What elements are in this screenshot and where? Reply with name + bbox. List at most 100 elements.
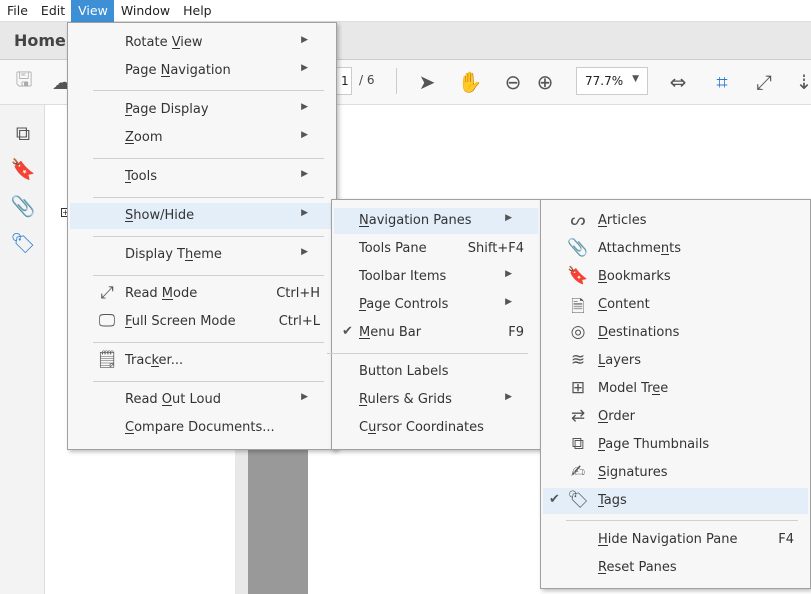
menu-item-page-navigation[interactable]: Page Navigation ▶ (70, 58, 334, 84)
menu-item-rotate-view[interactable]: Rotate View ▶ (70, 30, 334, 56)
menu-item-label: Button Labels (359, 364, 449, 379)
menu-item-bookmarks[interactable]: 🔖 Bookmarks (543, 264, 808, 290)
fit-width-icon[interactable]: ⇔ (666, 68, 690, 96)
menu-item-order[interactable]: ⇄ Order (543, 404, 808, 430)
menu-item-page-display[interactable]: Page Display ▶ (70, 97, 334, 123)
order-icon: ⇄ (570, 406, 586, 426)
menu-separator (93, 275, 324, 276)
mnemonic-underline (184, 260, 194, 261)
zoom-out-icon[interactable]: ⊖ (501, 68, 525, 96)
menu-item-compare-documents[interactable]: Compare Documents... (70, 415, 334, 441)
zoom-select[interactable]: 77.7% ▼ (576, 67, 648, 95)
mnemonic-underline (598, 478, 607, 479)
menu-item-tools-pane[interactable]: Tools Pane Shift+F4 (334, 236, 538, 262)
menu-item-tracker[interactable]: 🗒 Tracker... (70, 348, 334, 374)
mnemonic-underline (359, 338, 371, 339)
mnemonic-underline (359, 226, 369, 227)
menu-item-zoom[interactable]: Zoom ▶ (70, 125, 334, 151)
left-rail: ⧉ 🔖 📎 🏷 (0, 105, 45, 594)
menu-item-page-controls[interactable]: Page Controls ▶ (334, 292, 538, 318)
menu-item-hide-navigation-pane[interactable]: Hide Navigation Pane F4 (543, 527, 808, 553)
menu-item-attachments[interactable]: 📎 Attachments (543, 236, 808, 262)
mnemonic-underline (598, 545, 608, 546)
menu-item-navigation-panes[interactable]: Navigation Panes ▶ (334, 208, 538, 234)
menu-item-articles[interactable]: ᔕ Articles (543, 208, 808, 234)
menu-item-rulers-grids[interactable]: Rulers & Grids ▶ (334, 387, 538, 413)
bookmark-icon[interactable]: 🔖 (10, 157, 36, 183)
mnemonic-underline (125, 115, 133, 116)
menu-item-label: Page Thumbnails (598, 437, 710, 452)
menu-item-full-screen-mode[interactable]: 🖵 Full Screen Mode Ctrl+L (70, 309, 334, 335)
menu-edit[interactable]: Edit (34, 0, 71, 22)
submenu-arrow-icon: ▶ (301, 63, 308, 73)
menu-item-destinations[interactable]: ◎ Destinations (543, 320, 808, 346)
menu-item-tags[interactable]: 🏷 ✔ Tags (543, 488, 808, 514)
menu-item-content[interactable]: 🗎 Content (543, 292, 808, 318)
menu-item-cursor-coordinates[interactable]: Cursor Coordinates (334, 415, 538, 441)
menu-item-tools[interactable]: Tools ▶ (70, 164, 334, 190)
menu-help[interactable]: Help (176, 0, 218, 22)
scroll-mode-icon[interactable]: ⇣ (794, 68, 811, 96)
menu-item-label: Read Out Loud (125, 392, 221, 407)
full-screen-icon[interactable]: ⤢ (752, 68, 776, 96)
zoom-in-icon[interactable]: ⊕ (533, 68, 557, 96)
menu-item-label: Hide Navigation Pane (598, 532, 738, 547)
select-tool-icon[interactable]: ➤ (415, 68, 439, 96)
menu-item-page-thumbnails[interactable]: ⧉ Page Thumbnails (543, 432, 808, 458)
menu-item-label: Cursor Coordinates (359, 420, 484, 435)
signatures-icon: ✍ (570, 462, 586, 482)
hand-tool-icon[interactable]: ✋ (457, 68, 483, 96)
menu-separator (93, 381, 324, 382)
mnemonic-underline (652, 394, 661, 395)
tags-icon[interactable]: 🏷 (10, 231, 36, 257)
menu-item-label: Page Navigation (125, 63, 231, 78)
submenu-arrow-icon: ▶ (505, 392, 512, 402)
menu-item-label: Bookmarks (598, 269, 671, 284)
menu-item-model-tree[interactable]: ⊞ Model Tree (543, 376, 808, 402)
menu-item-show-hide[interactable]: Show/Hide ▶ (70, 203, 334, 229)
menu-view[interactable]: View (71, 0, 114, 22)
mnemonic-underline (598, 573, 607, 574)
submenu-arrow-icon: ▶ (301, 247, 308, 257)
shortcut: Ctrl+H (276, 286, 320, 301)
menu-item-label: Tools Pane (359, 241, 427, 256)
menu-item-label: Signatures (598, 465, 668, 480)
attachment-icon[interactable]: 📎 (10, 194, 36, 220)
model-tree-icon: ⊞ (570, 378, 586, 398)
save-icon[interactable]: 🖫 (12, 67, 36, 96)
menu-item-button-labels[interactable]: Button Labels (334, 359, 538, 385)
mnemonic-underline (160, 76, 171, 77)
mnemonic-underline (598, 366, 606, 367)
menu-item-layers[interactable]: ≋ Layers (543, 348, 808, 374)
mnemonic-underline (125, 182, 131, 183)
menu-item-label: Destinations (598, 325, 680, 340)
menu-file[interactable]: File (0, 0, 34, 22)
menu-item-read-out-loud[interactable]: Read Out Loud ▶ (70, 387, 334, 413)
divider (396, 68, 397, 94)
mnemonic-underline (125, 327, 132, 328)
menu-window[interactable]: Window (114, 0, 176, 22)
submenu-arrow-icon: ▶ (505, 297, 512, 307)
menu-item-label: Toolbar Items (359, 269, 447, 284)
menu-item-reset-panes[interactable]: Reset Panes (543, 555, 808, 581)
menu-item-read-mode[interactable]: ⤢ Read Mode Ctrl+H (70, 281, 334, 307)
navigation-panes-submenu: ᔕ Articles 📎 Attachments 🔖 Bookmarks 🗎 Content ◎… (540, 199, 811, 589)
submenu-arrow-icon: ▶ (301, 169, 308, 179)
tab-home[interactable]: Home (14, 31, 66, 50)
zoom-value: 77.7% (585, 74, 624, 88)
mnemonic-underline (598, 506, 604, 507)
fit-page-icon[interactable]: ⌗ (710, 68, 734, 96)
mnemonic-underline (125, 433, 135, 434)
shortcut: F9 (508, 325, 524, 340)
menu-item-signatures[interactable]: ✍ Signatures (543, 460, 808, 486)
menu-item-menu-bar[interactable]: ✔ Menu Bar F9 (334, 320, 538, 346)
mnemonic-underline (151, 366, 159, 367)
checkmark-icon: ✔ (549, 492, 560, 507)
menu-separator (93, 342, 324, 343)
menu-item-toolbar-items[interactable]: Toolbar Items ▶ (334, 264, 538, 290)
submenu-arrow-icon: ▶ (301, 35, 308, 45)
menu-item-display-theme[interactable]: Display Theme ▶ (70, 242, 334, 268)
checkmark-icon: ✔ (342, 324, 353, 339)
menu-item-label: Page Controls (359, 297, 449, 312)
page-thumbnails-icon[interactable]: ⧉ (10, 121, 36, 147)
